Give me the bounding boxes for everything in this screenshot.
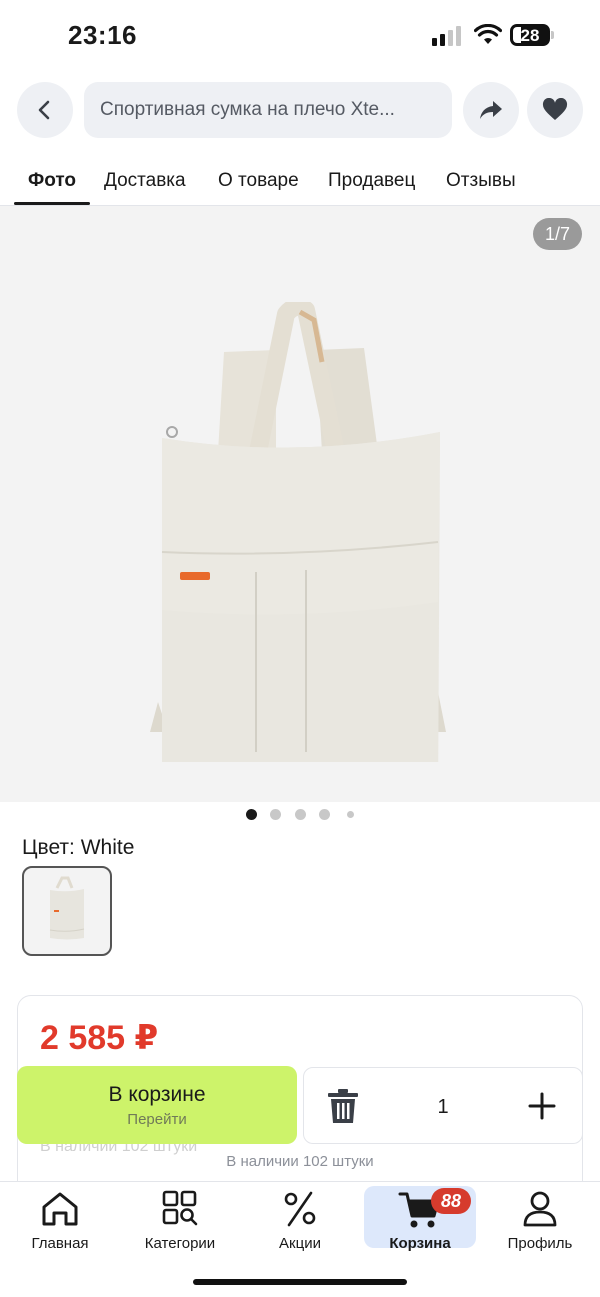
nav-categories[interactable]: Категории <box>124 1186 236 1252</box>
product-price: 2 585 ₽ <box>40 1019 159 1057</box>
pagination-dot[interactable] <box>319 809 330 820</box>
go-to-cart-label: Перейти <box>127 1111 187 1128</box>
color-label: Цвет: White <box>22 836 135 859</box>
wifi-icon <box>474 24 502 44</box>
stock-text: В наличии 102 штуки <box>226 1153 374 1170</box>
pagination-dot[interactable] <box>347 811 354 818</box>
profile-icon <box>523 1191 557 1227</box>
pagination-dot[interactable] <box>270 809 281 820</box>
plus-icon[interactable] <box>526 1090 558 1122</box>
section-tabs: Фото Доставка О товаре Продавец Отзывы <box>0 160 600 206</box>
product-header: Спортивная сумка на плечо Xte... <box>0 82 600 140</box>
nav-profile-label: Профиль <box>507 1235 573 1252</box>
chevron-left-icon <box>38 100 50 120</box>
in-cart-label: В корзине <box>108 1083 206 1106</box>
home-icon <box>42 1192 78 1226</box>
product-image <box>150 302 446 762</box>
nav-home-label: Главная <box>31 1235 89 1252</box>
image-counter: 1/7 <box>532 218 582 250</box>
pagination-dot[interactable] <box>295 809 306 820</box>
search-field[interactable]: Спортивная сумка на плечо Xte... <box>84 82 452 138</box>
nav-promotions-label: Акции <box>279 1235 321 1252</box>
home-indicator[interactable] <box>193 1279 407 1285</box>
gallery-pagination <box>0 808 600 822</box>
tab-photo[interactable]: Фото <box>28 170 76 192</box>
product-screen: 23:16 28 Спортивная сумка на плечо Xte..… <box>0 0 600 1297</box>
share-icon <box>480 101 502 119</box>
heart-icon <box>542 98 568 120</box>
color-swatch-white[interactable] <box>22 866 112 956</box>
quantity-stepper: 1 <box>303 1067 583 1144</box>
nav-home[interactable]: Главная <box>4 1186 116 1252</box>
battery-level: 28 <box>520 26 540 45</box>
in-cart-button[interactable]: В корзине Перейти <box>17 1066 297 1144</box>
pagination-dot[interactable] <box>246 809 257 820</box>
tab-seller[interactable]: Продавец <box>328 170 415 192</box>
battery-icon: 28 <box>510 24 550 46</box>
tab-delivery[interactable]: Доставка <box>104 170 186 192</box>
search-text: Спортивная сумка на плечо Xte... <box>100 99 395 120</box>
cellular-signal-icon <box>432 26 464 46</box>
cart-count-badge: 88 <box>431 1188 471 1214</box>
categories-icon <box>162 1190 198 1226</box>
active-tab-indicator <box>14 202 90 205</box>
percent-icon <box>284 1191 316 1227</box>
battery-nub <box>551 31 554 39</box>
nav-cart[interactable]: 88 Корзина <box>364 1186 476 1252</box>
tab-about[interactable]: О товаре <box>218 170 299 192</box>
tab-reviews[interactable]: Отзывы <box>446 170 516 192</box>
product-gallery[interactable]: 1/7 <box>0 206 600 802</box>
share-button[interactable] <box>463 82 519 138</box>
nav-categories-label: Категории <box>144 1235 216 1252</box>
nav-cart-label: Корзина <box>389 1235 451 1252</box>
swatch-thumbnail <box>49 876 85 940</box>
status-bar: 23:16 28 <box>0 0 600 72</box>
favorite-button[interactable] <box>527 82 583 138</box>
nav-promotions[interactable]: Акции <box>244 1186 356 1252</box>
nav-profile[interactable]: Профиль <box>484 1186 596 1252</box>
status-time: 23:16 <box>68 20 137 50</box>
back-button[interactable] <box>17 82 73 138</box>
